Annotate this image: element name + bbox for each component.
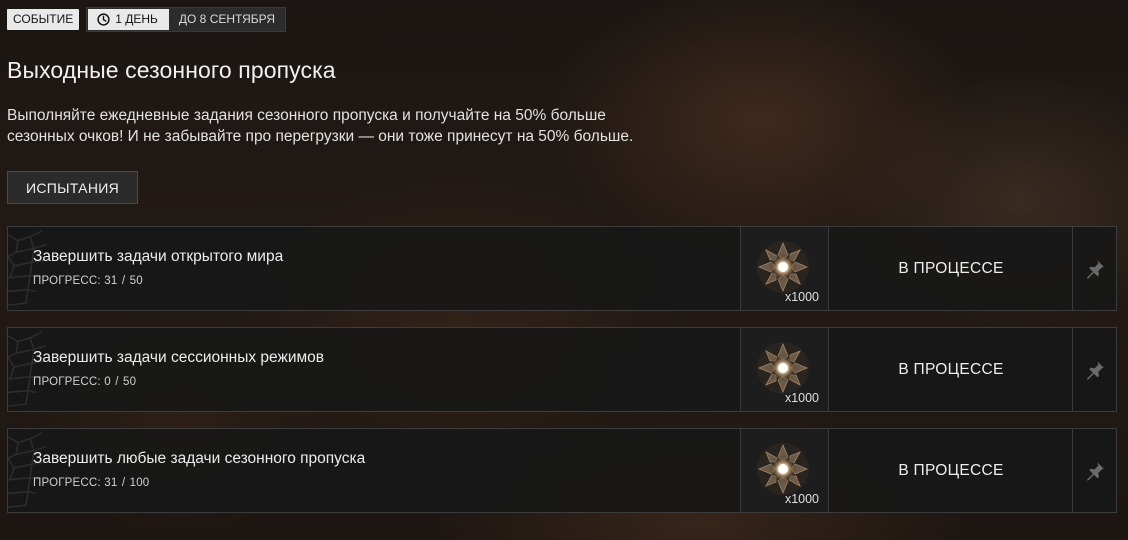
description-line-2: сезонных очков! И не забывайте про перег… bbox=[7, 128, 634, 145]
task-status: В ПРОЦЕССЕ bbox=[898, 360, 1004, 378]
end-date: ДО 8 СЕНТЯБРЯ bbox=[178, 12, 276, 26]
days-left-text: 1 ДЕНЬ bbox=[115, 12, 158, 26]
progress-total: 50 bbox=[129, 275, 143, 287]
pin-button[interactable] bbox=[1072, 429, 1116, 512]
event-description: Выполняйте ежедневные задания сезонного … bbox=[7, 105, 707, 147]
progress-label: ПРОГРЕСС: bbox=[33, 275, 101, 287]
reward-quantity: x1000 bbox=[784, 290, 819, 304]
progress-total: 50 bbox=[123, 376, 137, 388]
days-left-badge: 1 ДЕНЬ bbox=[88, 9, 169, 30]
task-title: Завершить любые задачи сезонного пропуск… bbox=[33, 450, 366, 467]
progress-label: ПРОГРЕСС: bbox=[33, 477, 101, 489]
task-row-3: Завершить любые задачи сезонного пропуск… bbox=[7, 428, 1117, 513]
pin-icon bbox=[1086, 259, 1104, 278]
pin-button[interactable] bbox=[1072, 328, 1116, 411]
task-progress: ПРОГРЕСС: 31 / 50 bbox=[33, 275, 143, 287]
season-points-icon bbox=[755, 441, 811, 497]
season-points-icon bbox=[755, 340, 811, 396]
season-points-icon bbox=[755, 239, 811, 295]
progress-current: 31 bbox=[104, 477, 118, 489]
challenges-button[interactable]: ИСПЫТАНИЯ bbox=[7, 171, 138, 204]
cell-pattern-decoration bbox=[8, 227, 48, 310]
cell-pattern-decoration bbox=[8, 429, 48, 512]
reward-box: x1000 bbox=[740, 328, 829, 411]
pin-button[interactable] bbox=[1072, 227, 1116, 310]
description-line-1: Выполняйте ежедневные задания сезонного … bbox=[7, 107, 606, 124]
task-row-2: Завершить задачи сессионных режимов ПРОГ… bbox=[7, 327, 1117, 412]
pin-icon bbox=[1086, 461, 1104, 480]
event-tags: СОБЫТИЕ 1 ДЕНЬ ДО 8 СЕНТЯБРЯ bbox=[7, 7, 287, 32]
task-row-1: Завершить задачи открытого мира ПРОГРЕСС… bbox=[7, 226, 1117, 311]
progress-total: 100 bbox=[129, 477, 150, 489]
task-title: Завершить задачи открытого мира bbox=[33, 248, 284, 265]
task-title: Завершить задачи сессионных режимов bbox=[33, 349, 325, 366]
clock-icon bbox=[97, 13, 110, 26]
event-timer: 1 ДЕНЬ ДО 8 СЕНТЯБРЯ bbox=[86, 7, 287, 32]
reward-quantity: x1000 bbox=[784, 492, 819, 506]
reward-quantity: x1000 bbox=[784, 391, 819, 405]
reward-box: x1000 bbox=[740, 227, 829, 310]
task-status: В ПРОЦЕССЕ bbox=[898, 259, 1004, 277]
event-tag: СОБЫТИЕ bbox=[7, 9, 80, 30]
progress-label: ПРОГРЕСС: bbox=[33, 376, 101, 388]
task-progress: ПРОГРЕСС: 0 / 50 bbox=[33, 376, 137, 388]
reward-box: x1000 bbox=[740, 429, 829, 512]
cell-pattern-decoration bbox=[8, 328, 48, 411]
progress-current: 31 bbox=[104, 275, 118, 287]
page-title: Выходные сезонного пропуска bbox=[7, 57, 336, 83]
progress-current: 0 bbox=[104, 376, 111, 388]
task-status: В ПРОЦЕССЕ bbox=[898, 461, 1004, 479]
pin-icon bbox=[1086, 360, 1104, 379]
task-progress: ПРОГРЕСС: 31 / 100 bbox=[33, 477, 150, 489]
